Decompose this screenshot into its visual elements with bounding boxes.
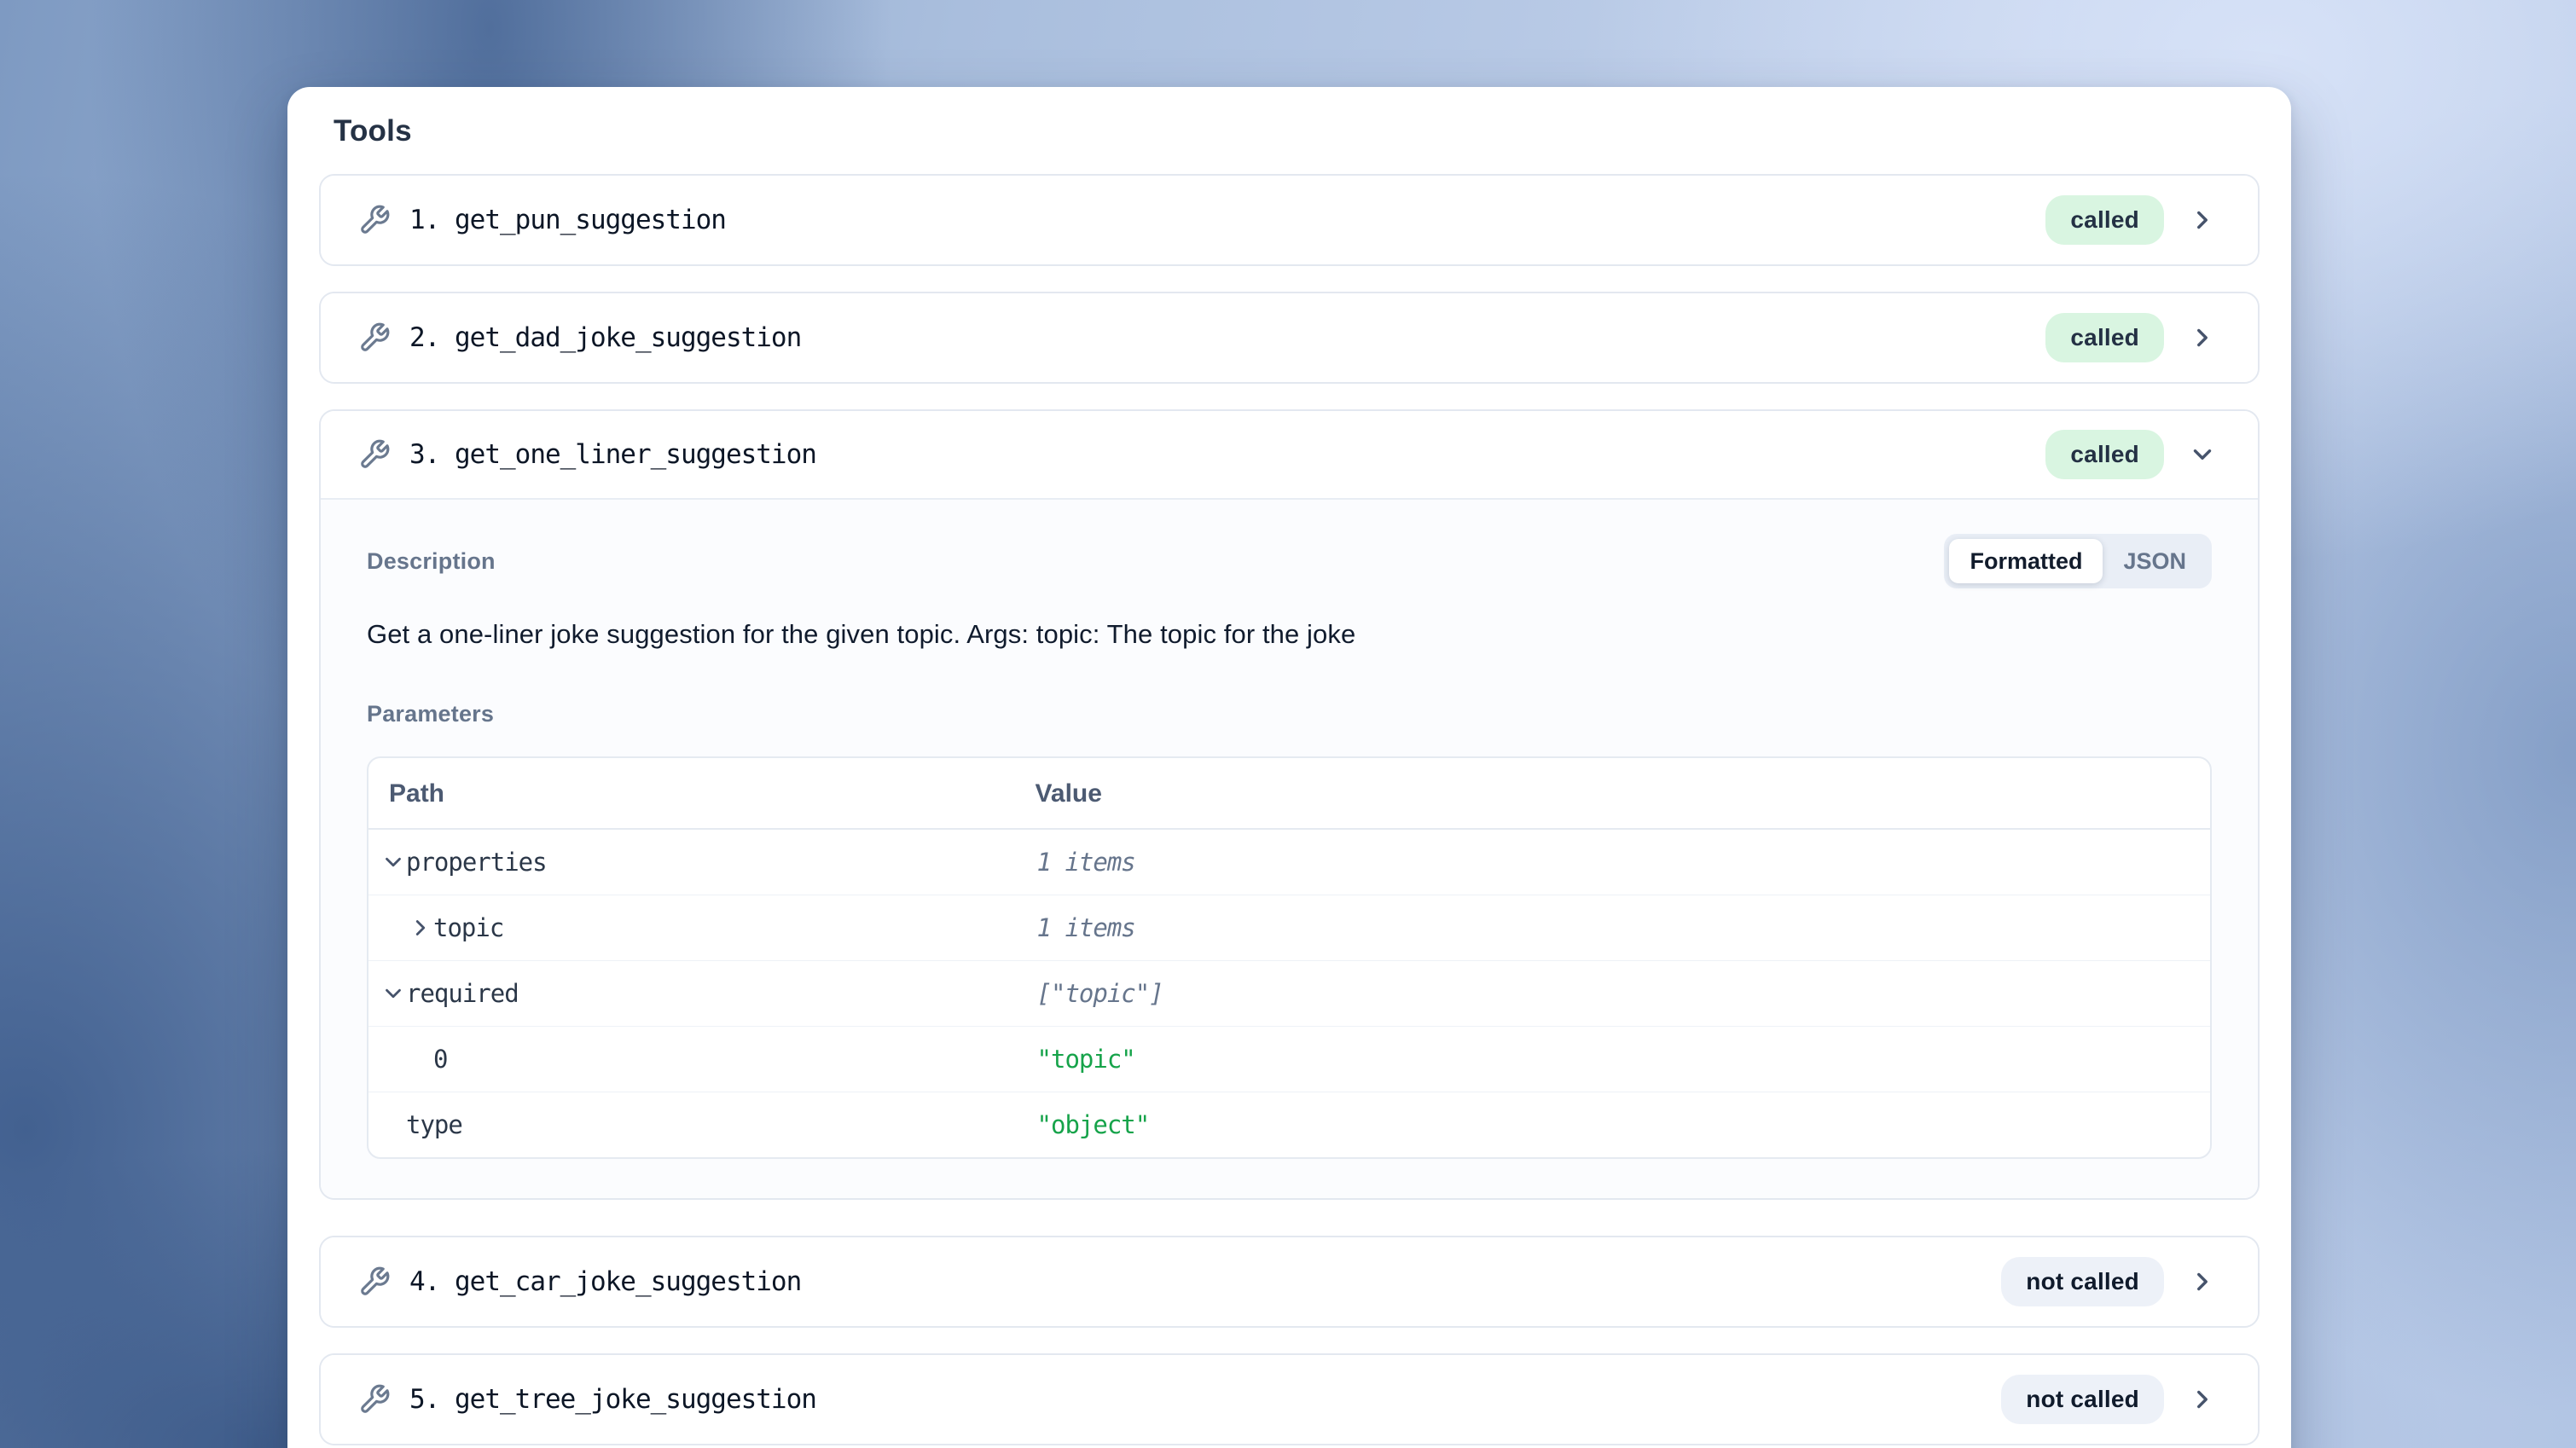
tool-row[interactable]: 2. get_dad_joke_suggestion called: [321, 293, 2258, 382]
tool-name: 5. get_tree_joke_suggestion: [409, 1384, 2001, 1415]
tool-row[interactable]: 4. get_car_joke_suggestion not called: [321, 1237, 2258, 1326]
chevron-spacer: [380, 1112, 406, 1138]
tools-panel: Tools 1. get_pun_suggestion called 2. ge…: [287, 87, 2291, 1448]
status-badge: not called: [2001, 1257, 2164, 1306]
wrench-icon: [358, 321, 391, 354]
param-key: properties: [406, 848, 547, 877]
status-badge: called: [2045, 430, 2164, 479]
table-row: properties 1 items: [368, 830, 2210, 895]
tool-card: 5. get_tree_joke_suggestion not called: [319, 1353, 2260, 1445]
chevron-down-icon[interactable]: [2188, 440, 2217, 469]
status-badge: called: [2045, 313, 2164, 362]
table-row: topic 1 items: [368, 895, 2210, 960]
param-value: "object": [1037, 1110, 1150, 1139]
status-badge: not called: [2001, 1375, 2164, 1424]
param-key: required: [406, 979, 519, 1008]
tool-card: 1. get_pun_suggestion called: [319, 174, 2260, 266]
tool-card-expanded: 3. get_one_liner_suggestion called Descr…: [319, 409, 2260, 1200]
chevron-spacer: [408, 1046, 433, 1072]
chevron-down-icon[interactable]: [380, 849, 406, 875]
tool-name: 4. get_car_joke_suggestion: [409, 1266, 2001, 1297]
toggle-json[interactable]: JSON: [2103, 539, 2207, 583]
parameters-table: Path Value properties 1 items: [367, 756, 2212, 1159]
chevron-down-icon[interactable]: [380, 981, 406, 1006]
chevron-right-icon[interactable]: [2188, 323, 2217, 352]
wrench-icon: [358, 438, 391, 471]
tool-name: 2. get_dad_joke_suggestion: [409, 322, 2045, 353]
param-key: 0: [433, 1045, 447, 1074]
column-header-value: Value: [1036, 758, 2210, 828]
param-value: 1 items: [1037, 913, 1135, 942]
tool-name: 3. get_one_liner_suggestion: [409, 439, 2045, 470]
description-label: Description: [367, 548, 496, 575]
chevron-right-icon[interactable]: [2188, 206, 2217, 235]
tool-row[interactable]: 1. get_pun_suggestion called: [321, 176, 2258, 264]
tool-card: 4. get_car_joke_suggestion not called: [319, 1236, 2260, 1328]
chevron-right-icon[interactable]: [408, 915, 433, 941]
description-text: Get a one-liner joke suggestion for the …: [367, 619, 2212, 650]
tool-detail: Description Formatted JSON Get a one-lin…: [321, 500, 2258, 1198]
param-value: "topic": [1037, 1045, 1135, 1074]
toggle-formatted[interactable]: Formatted: [1949, 539, 2103, 583]
tool-row[interactable]: 5. get_tree_joke_suggestion not called: [321, 1355, 2258, 1444]
tool-name: 1. get_pun_suggestion: [409, 205, 2045, 235]
param-key: topic: [433, 913, 503, 942]
param-key: type: [406, 1110, 462, 1139]
table-row: required ["topic"]: [368, 960, 2210, 1026]
status-badge: called: [2045, 195, 2164, 245]
wrench-icon: [358, 1266, 391, 1298]
page-title: Tools: [334, 114, 2260, 148]
chevron-right-icon[interactable]: [2188, 1267, 2217, 1296]
wrench-icon: [358, 204, 391, 236]
param-value: 1 items: [1037, 848, 1135, 877]
chevron-right-icon[interactable]: [2188, 1385, 2217, 1414]
param-value: ["topic"]: [1037, 979, 1163, 1008]
column-header-path: Path: [368, 758, 1036, 828]
view-toggle: Formatted JSON: [1944, 534, 2212, 588]
parameters-label: Parameters: [367, 701, 2212, 727]
tool-row[interactable]: 3. get_one_liner_suggestion called: [321, 411, 2258, 500]
tool-card: 2. get_dad_joke_suggestion called: [319, 292, 2260, 384]
table-row: 0 "topic": [368, 1026, 2210, 1092]
table-row: type "object": [368, 1092, 2210, 1157]
wrench-icon: [358, 1383, 391, 1416]
